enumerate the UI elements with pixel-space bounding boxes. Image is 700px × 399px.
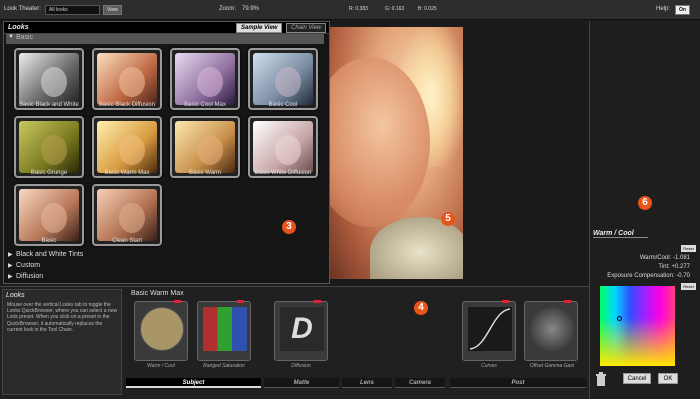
top-toolbar: Look Theater: All looks View Zoom: 79.9%… bbox=[0, 0, 700, 20]
red-readout: R: 0.383 bbox=[349, 6, 368, 12]
help-title: Looks bbox=[6, 292, 25, 299]
tool-offset-gamma-gain[interactable] bbox=[524, 300, 578, 361]
tool-chain-panel: Looks Mouse over the vertical Looks tab … bbox=[0, 286, 589, 399]
look-thumb-basic-white-diffusion[interactable] bbox=[248, 116, 318, 178]
reset-button[interactable]: Reset bbox=[681, 245, 696, 252]
category-label: Diffusion bbox=[16, 273, 44, 280]
category-label: Black and White Tints bbox=[16, 251, 84, 258]
look-thumb-basic-cool-max[interactable] bbox=[170, 48, 240, 110]
color-picker[interactable] bbox=[600, 286, 675, 366]
curves-icon bbox=[468, 307, 512, 351]
tool-label: Warm / Cool bbox=[147, 363, 175, 369]
look-theater-select[interactable]: All looks bbox=[45, 5, 100, 15]
tool-label: Ranged Saturation bbox=[203, 363, 245, 369]
tab-sample-view[interactable]: Sample View bbox=[236, 23, 283, 33]
param-exposure-compensation[interactable]: Exposure Compensation: -0.70 bbox=[590, 273, 690, 279]
look-thumb-basic-warm-max[interactable] bbox=[92, 116, 162, 178]
zoom-label: Zoom: bbox=[219, 6, 237, 12]
help-toggle[interactable]: On bbox=[675, 5, 690, 15]
look-label: Clean Start bbox=[111, 238, 142, 244]
look-thumb-basic-cool[interactable] bbox=[248, 48, 318, 110]
look-thumb-basic-grunge[interactable] bbox=[14, 116, 84, 178]
category-label: Basic bbox=[16, 34, 34, 41]
triangle-right-icon: ▶ bbox=[8, 263, 13, 269]
cancel-button[interactable]: Cancel bbox=[623, 373, 651, 384]
look-thumb-clean-start[interactable] bbox=[92, 184, 162, 246]
category-basic[interactable]: ▼ Basic bbox=[6, 34, 324, 44]
marker-4: 4 bbox=[414, 301, 428, 315]
parameters-panel: 6 Warm / Cool Reset Warm/Cool: -1.081 Ti… bbox=[589, 21, 700, 399]
tool-curves[interactable] bbox=[462, 300, 516, 361]
category-black-and-white-tints[interactable]: ▶ Black and White Tints bbox=[6, 251, 324, 261]
look-label: Basic Warm Max bbox=[104, 170, 150, 176]
triangle-right-icon: ▶ bbox=[8, 274, 13, 280]
look-label: Basic Cool bbox=[268, 102, 298, 108]
look-thumb-basic-black-and-white[interactable] bbox=[14, 48, 84, 110]
tool-label: Offset Gamma Gain bbox=[529, 363, 575, 369]
triangle-down-icon: ▼ bbox=[8, 34, 14, 40]
marker-3: 3 bbox=[282, 220, 296, 234]
ok-button[interactable]: OK bbox=[658, 373, 678, 384]
category-custom[interactable]: ▶ Custom bbox=[6, 262, 324, 272]
looks-quickbrowser: Looks Sample View Chain View ▼ Basic Bas… bbox=[3, 21, 330, 284]
triangle-right-icon: ▶ bbox=[8, 252, 13, 258]
tool-ranged-saturation[interactable] bbox=[197, 300, 251, 361]
reset-button[interactable]: Reset bbox=[681, 283, 696, 290]
tool-label: Curves bbox=[481, 363, 497, 369]
category-diffusion[interactable]: ▶ Diffusion bbox=[6, 273, 324, 283]
looks-header: Looks Sample View Chain View bbox=[4, 22, 329, 34]
look-label: Basic Black and White bbox=[19, 102, 79, 108]
help-box: Looks Mouse over the vertical Looks tab … bbox=[2, 289, 122, 395]
offset-gamma-gain-icon bbox=[530, 307, 574, 351]
warm-cool-swatch bbox=[140, 307, 184, 351]
layer-tab-subject[interactable]: Subject bbox=[126, 378, 261, 388]
layer-tab-lens[interactable]: Lens bbox=[342, 378, 392, 388]
tab-chain-view[interactable]: Chain View bbox=[286, 23, 327, 33]
ranged-saturation-swatch bbox=[203, 307, 247, 351]
trash-icon[interactable] bbox=[596, 371, 606, 387]
tool-warm-cool[interactable] bbox=[134, 300, 188, 361]
diffusion-icon: D bbox=[280, 307, 324, 351]
category-label: Custom bbox=[16, 262, 41, 269]
help-text: Mouse over the vertical Looks tab to tog… bbox=[7, 302, 118, 333]
look-thumb-basic-black-diffusion[interactable] bbox=[92, 48, 162, 110]
param-warm-cool[interactable]: Warm/Cool: -1.081 bbox=[590, 255, 690, 261]
blue-readout: B: 0.025 bbox=[418, 6, 437, 12]
layer-tab-camera[interactable]: Camera bbox=[395, 378, 445, 388]
look-label: Basic White Diffusion bbox=[254, 170, 312, 176]
marker-5: 5 bbox=[441, 212, 455, 226]
look-thumb-basic-warm[interactable] bbox=[170, 116, 240, 178]
layer-tab-matte[interactable]: Matte bbox=[264, 378, 339, 388]
view-button[interactable]: View bbox=[103, 5, 122, 15]
tool-diffusion[interactable]: D bbox=[274, 300, 328, 361]
preview-image bbox=[330, 27, 463, 279]
layer-tab-post[interactable]: Post bbox=[450, 378, 586, 388]
marker-6: 6 bbox=[638, 196, 652, 210]
look-theater-label: Look Theater: bbox=[4, 6, 41, 12]
help-label: Help: bbox=[656, 6, 671, 12]
look-label: Basic Grunge bbox=[30, 170, 68, 176]
look-label: Basic Cool Max bbox=[184, 102, 226, 108]
look-label: Basic Warm bbox=[188, 170, 222, 176]
color-picker-handle[interactable] bbox=[617, 316, 622, 321]
tool-label: Diffusion bbox=[291, 363, 311, 369]
look-thumb-basic[interactable] bbox=[14, 184, 84, 246]
current-look-name: Basic Warm Max bbox=[131, 290, 184, 297]
param-tint[interactable]: Tint: +0.277 bbox=[590, 264, 690, 270]
warm-cool-title: Warm / Cool bbox=[593, 230, 648, 238]
look-label: Basic Black Diffusion bbox=[99, 102, 155, 108]
looks-title: Looks bbox=[8, 24, 29, 31]
look-label: Basic bbox=[41, 238, 57, 244]
green-readout: G: 0.163 bbox=[385, 6, 405, 12]
zoom-value: 79.9% bbox=[242, 6, 260, 12]
